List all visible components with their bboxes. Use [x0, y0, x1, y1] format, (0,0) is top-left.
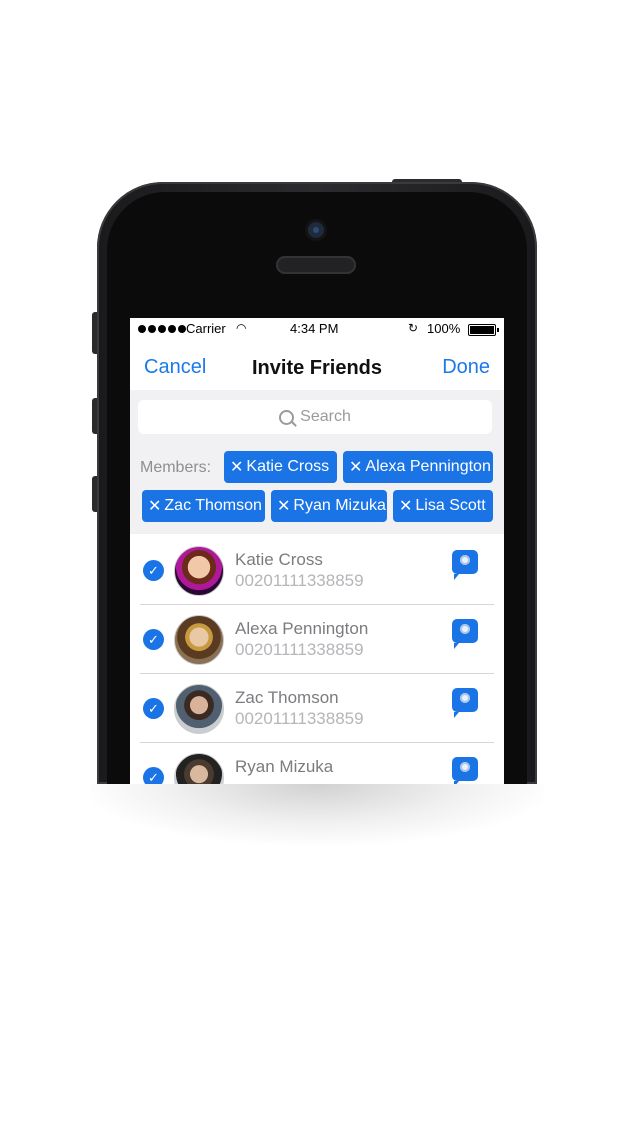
status-time: 4:34 PM — [290, 321, 339, 336]
phone-screen: Carrier ◠ 4:34 PM ↻ 100% Cancel Invite F… — [130, 318, 504, 784]
chip-label: Zac Thomson — [164, 497, 262, 514]
contact-name: Zac Thomson — [235, 688, 339, 707]
search-icon — [279, 409, 295, 425]
avatar — [174, 546, 224, 596]
message-icon[interactable] — [452, 688, 478, 718]
contact-row[interactable]: ✓ Alexa Pennington 00201111338859 — [130, 605, 504, 674]
chip-label: Lisa Scott — [415, 497, 486, 514]
remove-icon: ✕ — [148, 498, 162, 515]
chip-label: Ryan Mizuka — [293, 497, 386, 514]
front-camera — [308, 222, 324, 238]
done-button[interactable]: Done — [442, 356, 490, 379]
message-icon[interactable] — [452, 757, 478, 784]
avatar — [174, 615, 224, 665]
contact-row[interactable]: ✓ Katie Cross 00201111338859 — [130, 536, 504, 605]
member-chip-katie-cross[interactable]: ✕ Katie Cross — [224, 451, 337, 483]
remove-icon: ✕ — [230, 459, 244, 476]
contact-phone: 00201111338859 — [235, 571, 364, 590]
earpiece-speaker — [276, 256, 356, 274]
remove-icon: ✕ — [277, 498, 291, 515]
contact-list: ✓ Katie Cross 00201111338859 ✓ Alexa Pen… — [130, 536, 504, 784]
battery-percentage: 100% — [427, 321, 461, 336]
contact-row[interactable]: ✓ Zac Thomson 00201111338859 — [130, 674, 504, 743]
status-bar: Carrier ◠ 4:34 PM ↻ 100% — [130, 318, 504, 340]
member-chip-alexa-pennington[interactable]: ✕ Alexa Pennington — [343, 451, 493, 483]
remove-icon: ✕ — [349, 459, 363, 476]
avatar — [174, 753, 224, 784]
phone-shadow — [90, 784, 544, 844]
member-chip-lisa-scott[interactable]: ✕ Lisa Scott — [393, 490, 493, 522]
members-header: Search Members: ✕ Katie Cross ✕ Alexa Penn… — [130, 390, 504, 534]
contact-phone: 00201111338859 — [235, 640, 364, 659]
message-icon[interactable] — [452, 550, 478, 580]
member-chip-ryan-mizuka[interactable]: ✕ Ryan Mizuka — [271, 490, 387, 522]
checkmark-icon[interactable]: ✓ — [143, 629, 164, 650]
message-icon[interactable] — [452, 619, 478, 649]
chip-label: Katie Cross — [246, 458, 330, 475]
search-placeholder: Search — [300, 408, 351, 425]
contact-row[interactable]: ✓ Ryan Mizuka — [130, 743, 504, 784]
battery-icon — [468, 324, 499, 336]
members-label: Members: — [140, 459, 212, 476]
member-chip-zac-thomson[interactable]: ✕ Zac Thomson — [142, 490, 265, 522]
wifi-icon: ◠ — [236, 321, 247, 335]
chip-label: Alexa Pennington — [365, 458, 491, 475]
contact-name: Ryan Mizuka — [235, 757, 334, 776]
remove-icon: ✕ — [399, 498, 413, 515]
avatar — [174, 684, 224, 734]
navigation-bar: Cancel Invite Friends Done — [130, 346, 504, 390]
contact-name: Katie Cross — [235, 550, 323, 569]
contact-phone: 00201111338859 — [235, 709, 364, 728]
signal-strength-icon — [138, 325, 186, 333]
rotation-lock-icon: ↻ — [408, 321, 419, 335]
contact-name: Alexa Pennington — [235, 619, 369, 638]
checkmark-icon[interactable]: ✓ — [143, 698, 164, 719]
carrier-name: Carrier — [186, 321, 226, 336]
checkmark-icon[interactable]: ✓ — [143, 767, 164, 784]
search-input[interactable]: Search — [138, 400, 492, 434]
checkmark-icon[interactable]: ✓ — [143, 560, 164, 581]
